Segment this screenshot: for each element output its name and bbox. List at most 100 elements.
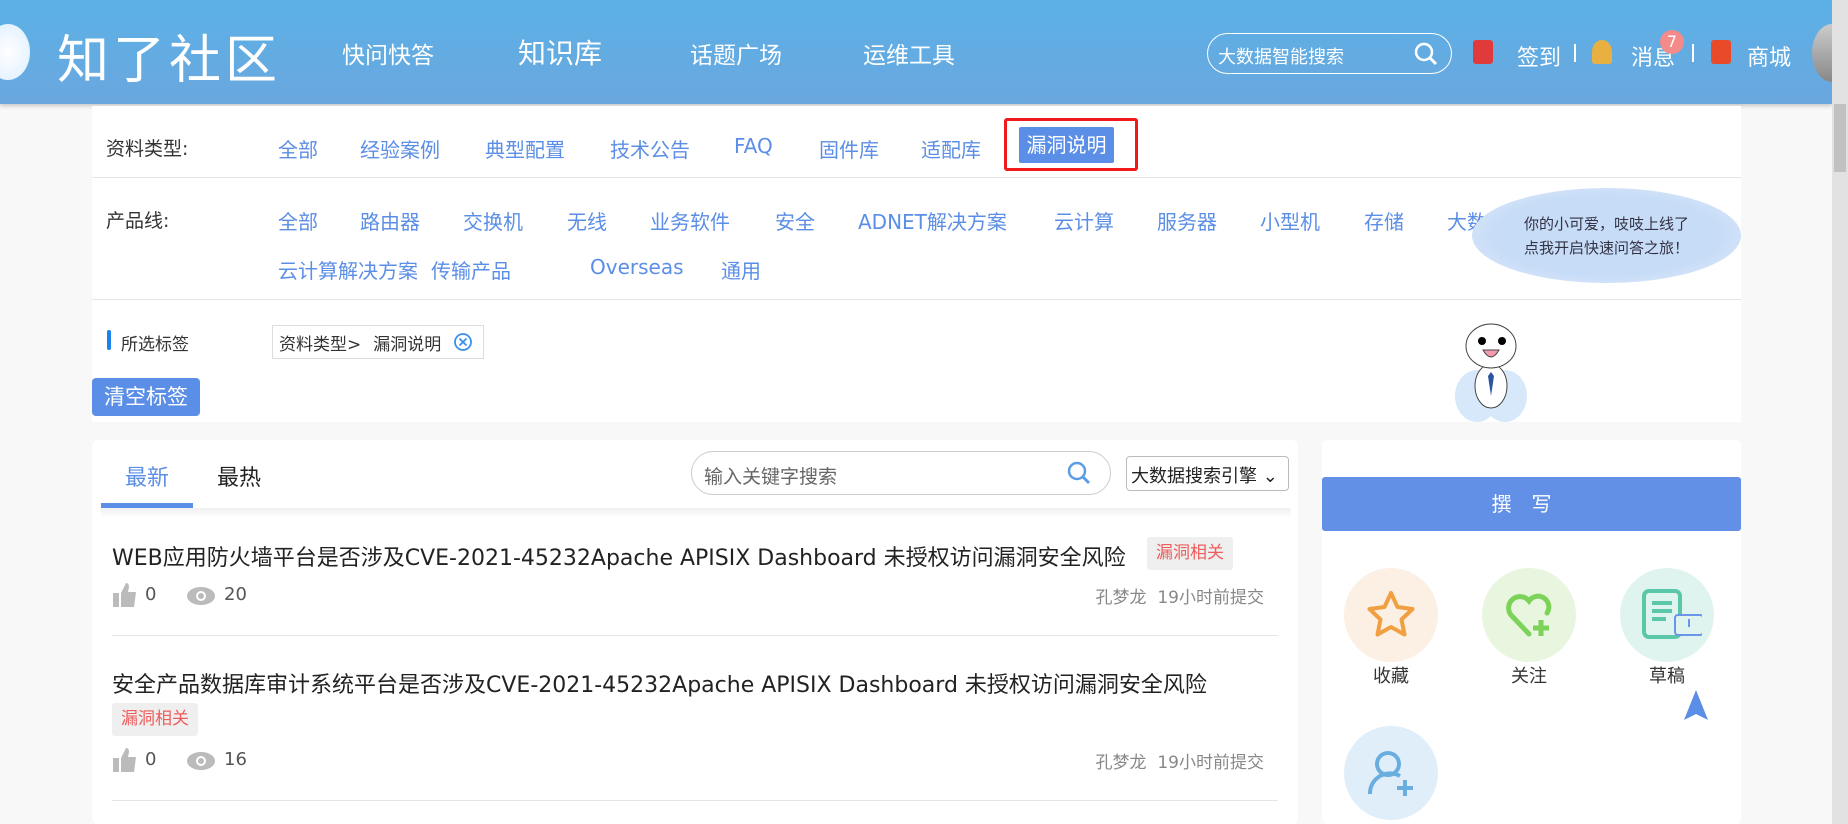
section-marker: [107, 330, 111, 350]
type-notices[interactable]: 技术公告: [610, 134, 690, 163]
mall-link[interactable]: 商城: [1747, 40, 1791, 72]
signin-link[interactable]: 签到: [1517, 40, 1561, 72]
selected-tags-label: 所选标签: [121, 335, 189, 355]
article-meta: 孔梦龙 19小时前提交: [1096, 583, 1264, 608]
message-count-badge: 7: [1660, 30, 1684, 54]
tab-hottest[interactable]: 最热: [217, 460, 261, 492]
product-item[interactable]: 小型机: [1260, 206, 1320, 235]
author[interactable]: 孔梦龙: [1096, 588, 1147, 608]
back-to-top-icon[interactable]: [1684, 690, 1708, 720]
product-item[interactable]: 安全: [775, 206, 815, 235]
product-item[interactable]: 路由器: [360, 206, 420, 235]
submit-time: 19小时前提交: [1157, 753, 1264, 773]
search-placeholder: 大数据智能搜索: [1218, 47, 1344, 68]
product-item[interactable]: 交换机: [463, 206, 523, 235]
article-list-panel: 最新 最热 输入关键字搜索 大数据搜索引擎 ⌄ WEB应用防火墙平台是否涉及CV…: [92, 440, 1298, 824]
bubble-text: 你的小可爱，吱吱上线了: [1523, 215, 1689, 233]
divider: [92, 177, 1741, 178]
search-engine-select[interactable]: 大数据搜索引擎 ⌄: [1126, 456, 1289, 491]
action-label: 收藏: [1373, 666, 1409, 687]
search-placeholder: 输入关键字搜索: [704, 466, 838, 488]
product-label: 产品线:: [106, 210, 170, 232]
author[interactable]: 孔梦龙: [1096, 753, 1147, 773]
view-icon: [187, 587, 215, 605]
mascot-icon[interactable]: [1447, 316, 1537, 422]
product-item[interactable]: 无线: [567, 206, 607, 235]
article-meta: 孔梦龙 19小时前提交: [1096, 748, 1264, 773]
bell-icon: [1592, 40, 1612, 64]
type-all[interactable]: 全部: [278, 134, 318, 163]
logo-icon: [0, 24, 30, 80]
write-button[interactable]: 撰写: [1322, 477, 1741, 531]
product-item[interactable]: 存储: [1364, 206, 1404, 235]
top-header: 知了社区 快问快答 知识库 话题广场 运维工具 大数据智能搜索 签到 消息 7 …: [0, 0, 1848, 104]
tab-latest[interactable]: 最新: [125, 460, 169, 492]
tag-prefix: 资料类型>: [279, 334, 362, 355]
nav-quick-qa[interactable]: 快问快答: [342, 36, 434, 70]
star-icon: [1344, 568, 1438, 662]
view-icon: [187, 752, 215, 770]
remove-tag-icon[interactable]: [453, 332, 473, 352]
type-firmware[interactable]: 固件库: [819, 134, 879, 163]
action-label: 草稿: [1649, 666, 1685, 687]
nav-topics[interactable]: 话题广场: [690, 36, 782, 70]
side-panel: 撰写 收藏 关注 草稿: [1322, 440, 1741, 824]
chevron-down-icon: ⌄: [1262, 466, 1278, 487]
product-item[interactable]: 服务器: [1157, 206, 1217, 235]
nav-knowledge-base[interactable]: 知识库: [518, 32, 602, 72]
select-value: 大数据搜索引擎: [1131, 466, 1257, 487]
view-count: 20: [224, 584, 247, 605]
highlight-box: [1004, 118, 1138, 171]
type-configs[interactable]: 典型配置: [485, 134, 565, 163]
heart-plus-icon: [1482, 568, 1576, 662]
search-icon[interactable]: [1066, 460, 1092, 486]
article-tag[interactable]: 漏洞相关: [112, 703, 198, 736]
type-adapters[interactable]: 适配库: [921, 134, 981, 163]
article-title[interactable]: 安全产品数据库审计系统平台是否涉及CVE-2021-45232Apache AP…: [112, 667, 1207, 699]
type-label: 资料类型:: [106, 138, 189, 160]
clear-tags-button[interactable]: 清空标签: [92, 378, 200, 416]
product-item[interactable]: 通用: [721, 255, 761, 284]
selected-tag: 资料类型> 漏洞说明: [272, 325, 484, 359]
article-title[interactable]: WEB应用防火墙平台是否涉及CVE-2021-45232Apache APISI…: [112, 540, 1126, 572]
divider: [112, 800, 1278, 801]
submit-time: 19小时前提交: [1157, 588, 1264, 608]
like-icon[interactable]: [112, 582, 138, 608]
like-count: 0: [145, 749, 157, 770]
product-item[interactable]: 业务软件: [650, 206, 730, 235]
product-item[interactable]: 云计算解决方案: [278, 255, 418, 284]
gift-icon: [1711, 40, 1731, 64]
calendar-icon: [1473, 40, 1493, 64]
article-tag[interactable]: 漏洞相关: [1147, 537, 1233, 570]
like-icon[interactable]: [112, 747, 138, 773]
like-count: 0: [145, 584, 157, 605]
divider: [1574, 44, 1576, 62]
favorites-action[interactable]: 收藏: [1344, 568, 1438, 688]
tag-value: 漏洞说明: [373, 334, 442, 355]
scrollbar[interactable]: [1832, 0, 1848, 824]
search-icon[interactable]: [1413, 41, 1439, 67]
view-count: 16: [224, 749, 247, 770]
divider: [1692, 44, 1694, 62]
nav-ops-tools[interactable]: 运维工具: [863, 36, 955, 70]
keyword-search-input[interactable]: 输入关键字搜索: [691, 451, 1111, 495]
product-item[interactable]: 传输产品: [431, 255, 511, 284]
product-item[interactable]: 全部: [278, 206, 318, 235]
type-faq[interactable]: FAQ: [734, 134, 773, 158]
type-cases[interactable]: 经验案例: [360, 134, 440, 163]
mascot-bubble[interactable]: 你的小可爱，吱吱上线了 点我开启快速问答之旅！: [1472, 188, 1741, 283]
header-search-input[interactable]: 大数据智能搜索: [1207, 33, 1452, 74]
product-item[interactable]: Overseas: [590, 255, 684, 279]
follow-action[interactable]: 关注: [1482, 568, 1576, 688]
product-item[interactable]: ADNET解决方案: [858, 206, 1007, 235]
scrollbar-thumb[interactable]: [1834, 104, 1846, 172]
invite-user-action[interactable]: [1344, 726, 1438, 820]
drafts-action[interactable]: 草稿: [1620, 568, 1714, 688]
logo[interactable]: 知了社区: [57, 18, 281, 93]
tab-divider: [101, 508, 1291, 518]
divider: [112, 635, 1278, 636]
product-item[interactable]: 云计算: [1054, 206, 1114, 235]
action-label: 关注: [1511, 666, 1547, 687]
divider: [92, 299, 1741, 300]
add-user-icon: [1344, 726, 1438, 820]
